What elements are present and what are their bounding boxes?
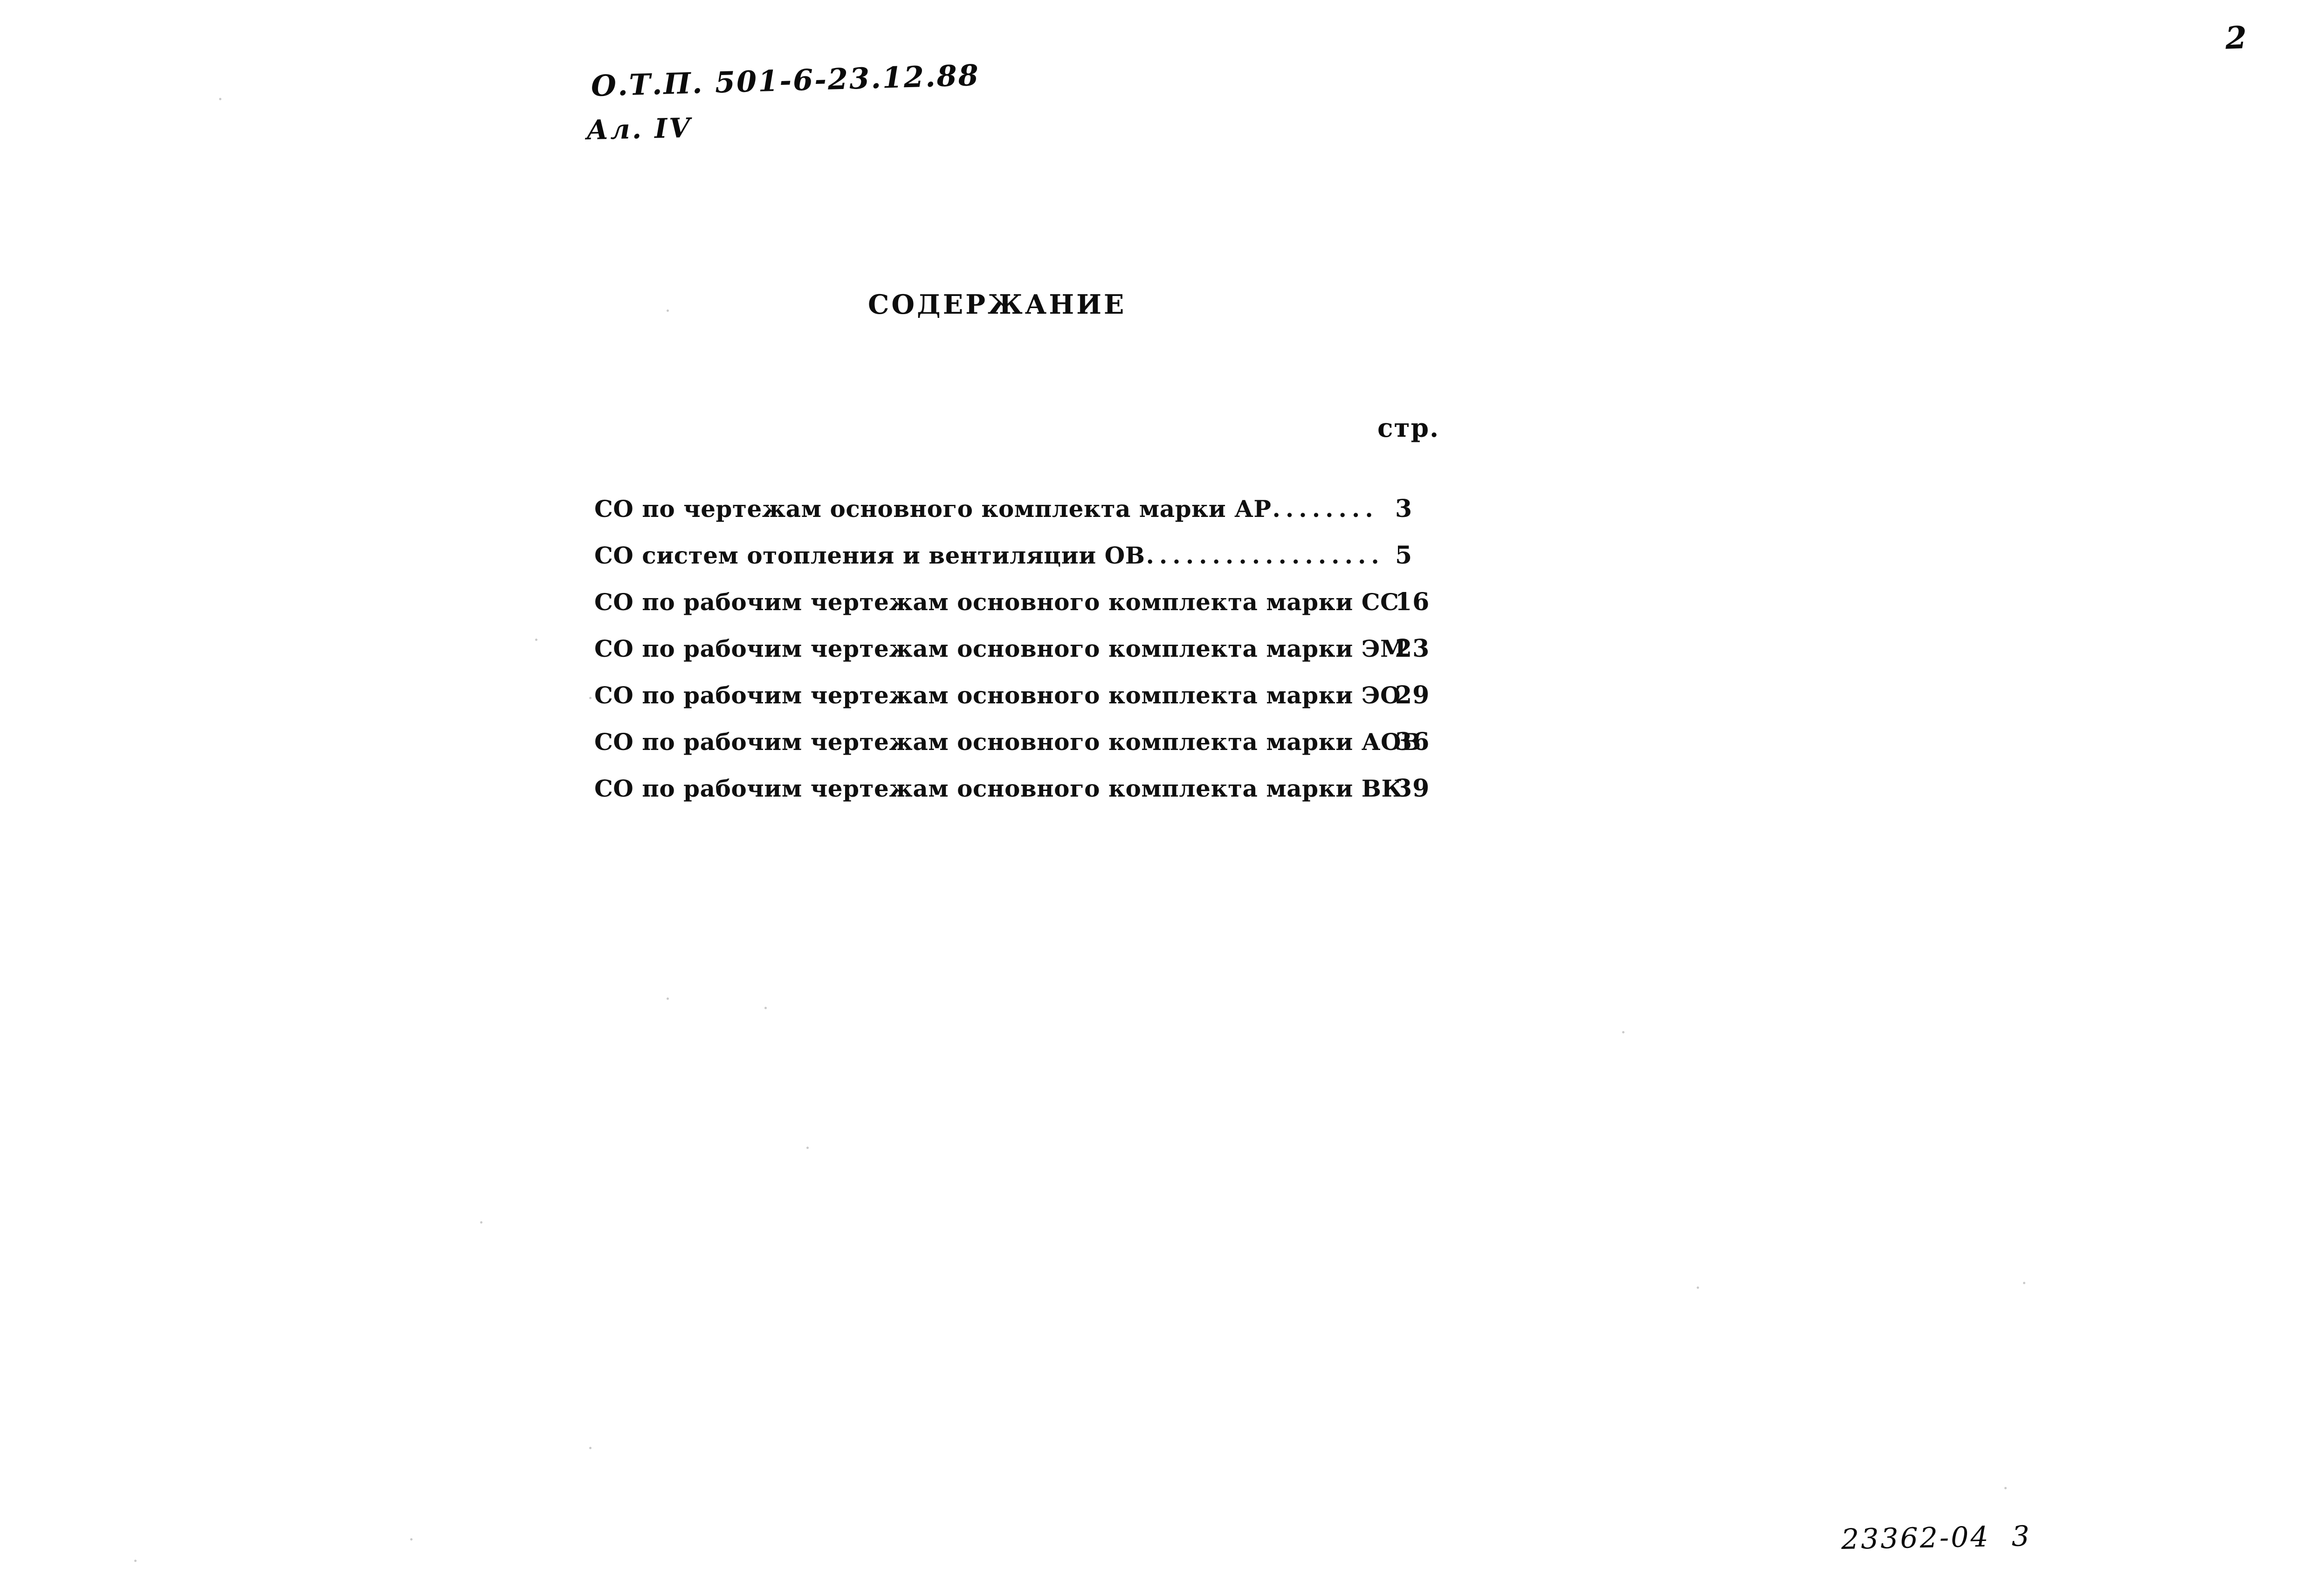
- scan-speck: [134, 1560, 137, 1562]
- toc-entry-page-number: 23: [1395, 634, 1430, 663]
- toc-entry[interactable]: СО по рабочим чертежам основного комплек…: [594, 672, 1573, 719]
- toc-dot-leader: ..................: [1146, 542, 1384, 569]
- scan-speck: [1622, 1031, 1624, 1033]
- toc-entry-label: СО по чертежам основного комплекта марки…: [594, 495, 1272, 523]
- toc-entry-label: СО по рабочим чертежам основного комплек…: [594, 775, 1403, 802]
- table-of-contents-list: СО по чертежам основного комплекта марки…: [594, 486, 1573, 812]
- scan-speck: [667, 310, 669, 312]
- scan-speck: [806, 1147, 809, 1149]
- toc-dot-leader: ........: [1272, 495, 1378, 523]
- scan-speck: [2023, 1282, 2025, 1284]
- toc-entry-page-number: 39: [1395, 774, 1430, 803]
- toc-entry-label: СО по рабочим чертежам основного комплек…: [594, 728, 1421, 756]
- toc-entry-label: СО по рабочим чертежам основного комплек…: [594, 681, 1401, 709]
- handwritten-album-label: Ал. IV: [586, 112, 692, 146]
- scan-speck: [589, 1447, 592, 1449]
- toc-entry-page-number: 36: [1395, 728, 1430, 756]
- toc-entry[interactable]: СО по рабочим чертежам основного комплек…: [594, 626, 1573, 672]
- scan-speck: [410, 1538, 413, 1541]
- scan-speck: [535, 639, 537, 641]
- toc-entry[interactable]: СО по рабочим чертежам основного комплек…: [594, 579, 1573, 626]
- page-title: СОДЕРЖАНИЕ: [868, 289, 1127, 320]
- handwritten-project-code: О.Т.П. 501-6-23.12.88: [590, 58, 980, 103]
- scan-speck: [219, 98, 221, 100]
- toc-entry-label: СО по рабочим чертежам основного комплек…: [594, 635, 1406, 662]
- toc-entry-label: СО систем отопления и вентиляции ОВ: [594, 542, 1145, 569]
- toc-entry[interactable]: СО систем отопления и вентиляции ОВ.....…: [594, 532, 1573, 579]
- toc-entry-page-number: 29: [1395, 681, 1430, 709]
- toc-entry-page-number: 3: [1395, 495, 1413, 523]
- toc-entry[interactable]: СО по рабочим чертежам основного комплек…: [594, 719, 1573, 765]
- scan-speck: [2004, 1487, 2007, 1489]
- toc-entry-page-number: 16: [1395, 588, 1430, 616]
- toc-entry[interactable]: СО по рабочим чертежам основного комплек…: [594, 765, 1573, 812]
- scan-speck: [667, 998, 669, 1000]
- toc-entry[interactable]: СО по чертежам основного комплекта марки…: [594, 486, 1573, 532]
- archive-stamp: 23362-04 3: [1841, 1520, 2032, 1556]
- scanned-document-page: 2 О.Т.П. 501-6-23.12.88 Ал. IV СОДЕРЖАНИ…: [0, 0, 2312, 1596]
- scan-speck: [1697, 1286, 1699, 1289]
- page-column-header: стр.: [1377, 413, 1440, 443]
- scan-speck: [480, 1221, 482, 1224]
- toc-entry-label: СО по рабочим чертежам основного комплек…: [594, 588, 1399, 616]
- scan-speck: [764, 1007, 767, 1009]
- page-number-top-right: 2: [2224, 19, 2248, 56]
- scan-speck: [589, 697, 592, 699]
- toc-entry-page-number: 5: [1395, 541, 1413, 570]
